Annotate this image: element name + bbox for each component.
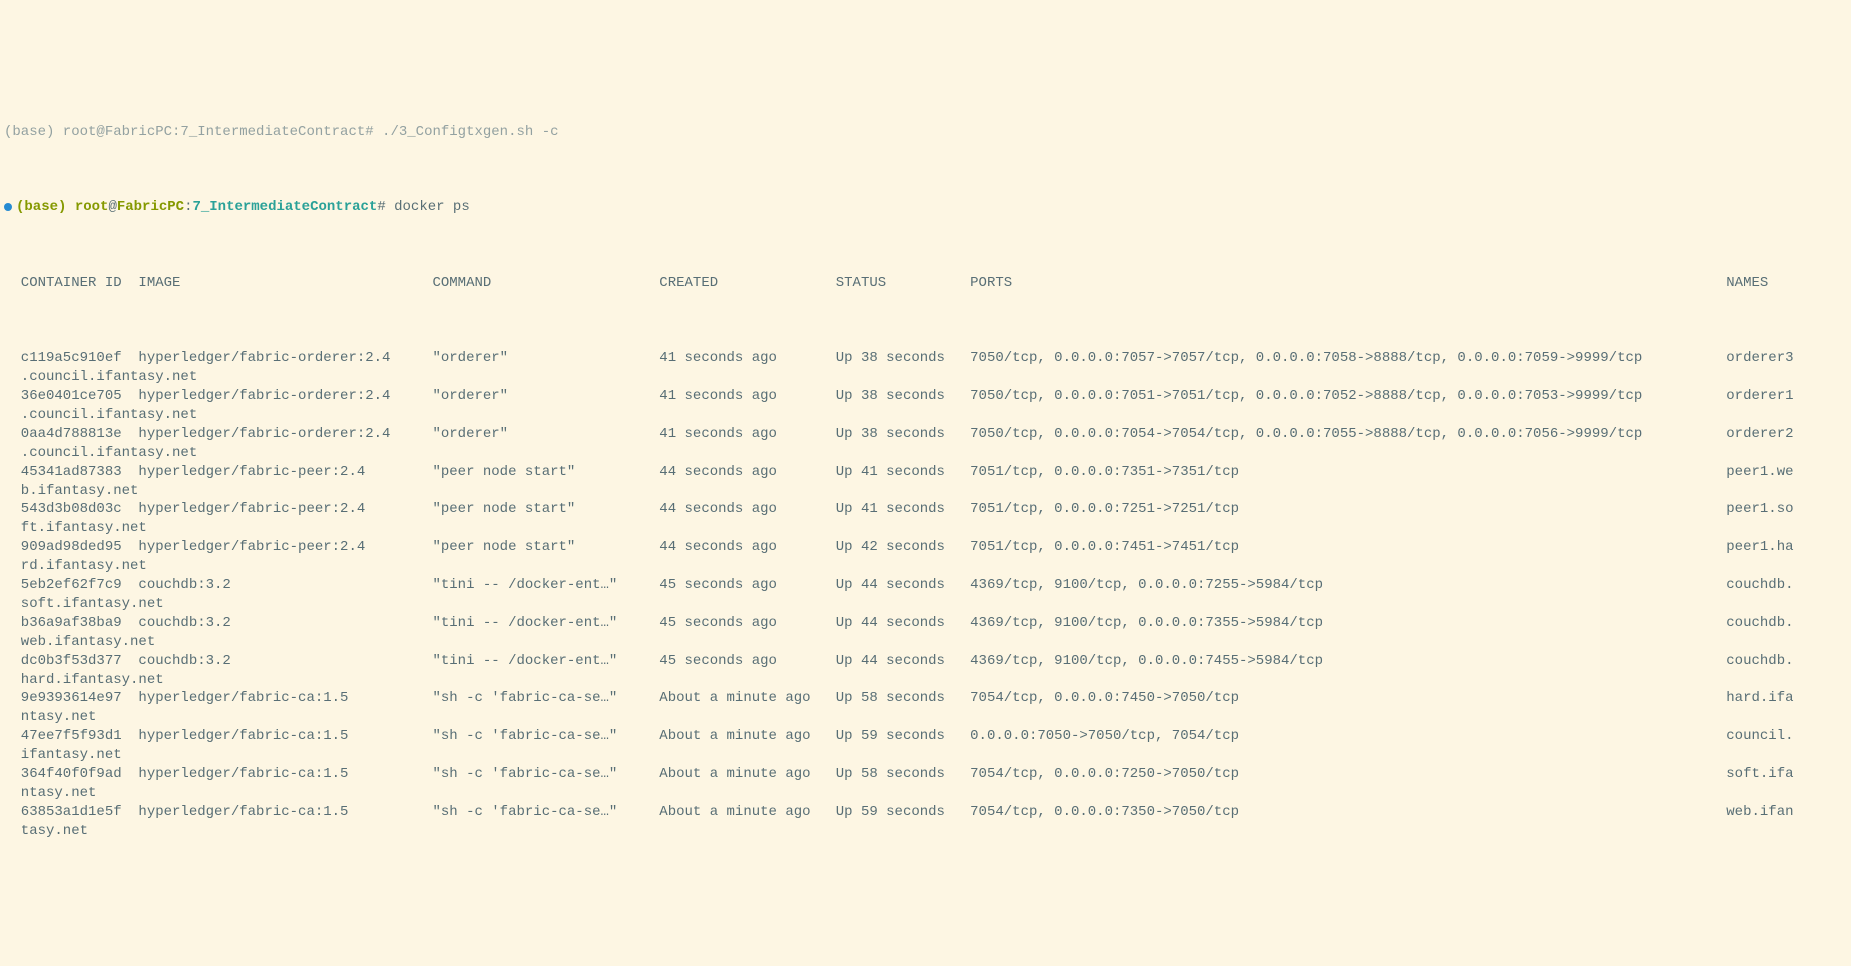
table-body: c119a5c910ef hyperledger/fabric-orderer:… <box>4 349 1847 840</box>
table-row: 543d3b08d03c hyperledger/fabric-peer:2.4… <box>4 500 1847 519</box>
terminal-output[interactable]: (base) root@FabricPC:7_IntermediateContr… <box>0 64 1851 886</box>
prompt-host: FabricPC <box>117 199 184 215</box>
table-row: 63853a1d1e5f hyperledger/fabric-ca:1.5 "… <box>4 803 1847 822</box>
prompt-user: root <box>75 199 109 215</box>
table-row: 0aa4d788813e hyperledger/fabric-orderer:… <box>4 425 1847 444</box>
command-text: docker ps <box>394 199 470 215</box>
status-dot-icon <box>4 203 12 211</box>
table-row-continuation: soft.ifantasy.net <box>4 595 1847 614</box>
prompt-env: (base) <box>16 199 66 215</box>
table-row-continuation: web.ifantasy.net <box>4 633 1847 652</box>
table-row-continuation: .council.ifantasy.net <box>4 406 1847 425</box>
prompt-line: (base) root@FabricPC:7_IntermediateContr… <box>4 198 1847 217</box>
table-row-continuation: b.ifantasy.net <box>4 482 1847 501</box>
table-row: 45341ad87383 hyperledger/fabric-peer:2.4… <box>4 463 1847 482</box>
table-row: 36e0401ce705 hyperledger/fabric-orderer:… <box>4 387 1847 406</box>
prev-command-line: (base) root@FabricPC:7_IntermediateContr… <box>4 123 1847 142</box>
table-row: 909ad98ded95 hyperledger/fabric-peer:2.4… <box>4 538 1847 557</box>
table-row-continuation: hard.ifantasy.net <box>4 671 1847 690</box>
table-row: 47ee7f5f93d1 hyperledger/fabric-ca:1.5 "… <box>4 727 1847 746</box>
table-row: b36a9af38ba9 couchdb:3.2 "tini -- /docke… <box>4 614 1847 633</box>
table-row-continuation: ntasy.net <box>4 708 1847 727</box>
table-row-continuation: rd.ifantasy.net <box>4 557 1847 576</box>
table-row-continuation: ntasy.net <box>4 784 1847 803</box>
table-row-continuation: ft.ifantasy.net <box>4 519 1847 538</box>
table-row: 5eb2ef62f7c9 couchdb:3.2 "tini -- /docke… <box>4 576 1847 595</box>
table-header: CONTAINER ID IMAGE COMMAND CREATED STATU… <box>4 274 1847 293</box>
prompt-cwd: 7_IntermediateContract <box>192 199 377 215</box>
table-row: 364f40f0f9ad hyperledger/fabric-ca:1.5 "… <box>4 765 1847 784</box>
table-row-continuation: .council.ifantasy.net <box>4 368 1847 387</box>
table-row-continuation: ifantasy.net <box>4 746 1847 765</box>
table-row: 9e9393614e97 hyperledger/fabric-ca:1.5 "… <box>4 689 1847 708</box>
table-row: c119a5c910ef hyperledger/fabric-orderer:… <box>4 349 1847 368</box>
table-row-continuation: .council.ifantasy.net <box>4 444 1847 463</box>
table-row: dc0b3f53d377 couchdb:3.2 "tini -- /docke… <box>4 652 1847 671</box>
table-row-continuation: tasy.net <box>4 822 1847 841</box>
